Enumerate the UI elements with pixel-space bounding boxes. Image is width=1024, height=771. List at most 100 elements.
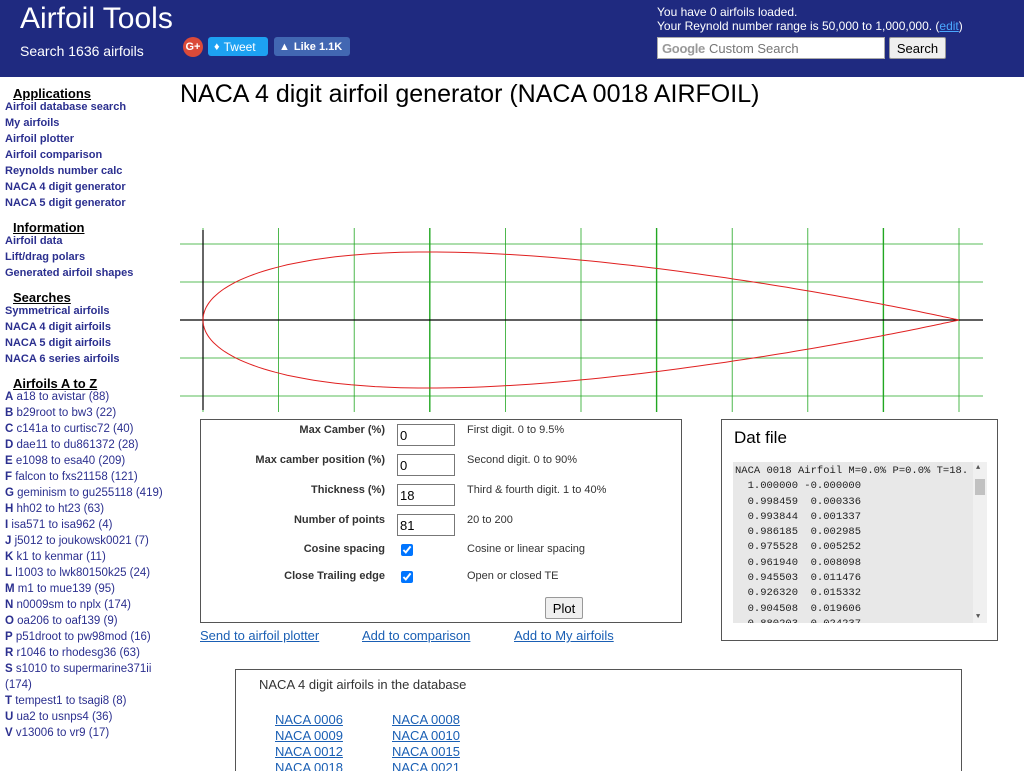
airfoil-count[interactable]: Search 1636 airfoils (20, 43, 144, 59)
close-te-checkbox[interactable] (401, 571, 413, 583)
dat-line: 0.904508 0.019606 (735, 602, 862, 615)
az-item[interactable]: L l1003 to lwk80150k25 (24) (5, 565, 175, 581)
naca-0009-link[interactable]: NACA 0009 (275, 728, 343, 743)
az-item[interactable]: J j5012 to joukowsk0021 (7) (5, 533, 175, 549)
airfoils-a-to-z-heading[interactable]: Airfoils A to Z (13, 367, 175, 391)
naca-0012-link[interactable]: NACA 0012 (275, 744, 343, 759)
search-button[interactable]: Search (889, 37, 946, 59)
dat-line: 0.986185 0.002985 (735, 526, 862, 539)
loaded-status: You have 0 airfoils loaded. Your Reynold… (657, 5, 963, 33)
sidebar-item-naca4-airfoils[interactable]: NACA 4 digit airfoils (5, 319, 175, 335)
thickness-row: Thickness (%) Third & fourth digit. 1 to… (201, 480, 681, 506)
custom-search-box[interactable]: Google (657, 37, 885, 59)
sidebar-item-lift-drag-polars[interactable]: Lift/drag polars (5, 249, 175, 265)
max-camber-input[interactable] (397, 424, 455, 446)
thumbs-up-icon: ▲ (279, 40, 290, 53)
az-item[interactable]: C c141a to curtisc72 (40) (5, 421, 175, 437)
sidebar-item-my-airfoils[interactable]: My airfoils (5, 115, 175, 131)
az-item[interactable]: D dae11 to du861372 (28) (5, 437, 175, 453)
az-item[interactable]: T tempest1 to tsagi8 (8) (5, 693, 175, 709)
az-item[interactable]: E e1098 to esa40 (209) (5, 453, 175, 469)
sidebar-item-reynolds-calc[interactable]: Reynolds number calc (5, 163, 175, 179)
az-range: a18 to avistar (88) (16, 391, 110, 403)
az-item[interactable]: K k1 to kenmar (11) (5, 549, 175, 565)
dat-line: 1.000000 -0.000000 (735, 480, 862, 493)
applications-heading[interactable]: Applications (13, 77, 175, 101)
az-range: (174) (5, 679, 32, 691)
naca-0010-link[interactable]: NACA 0010 (392, 728, 460, 743)
az-range: b29root to bw3 (22) (16, 407, 117, 419)
az-item[interactable]: V v13006 to vr9 (17) (5, 725, 175, 741)
max-camber-row: Max Camber (%) First digit. 0 to 9.5% (201, 420, 681, 446)
az-item[interactable]: I isa571 to isa962 (4) (5, 517, 175, 533)
az-item[interactable]: A a18 to avistar (88) (5, 389, 175, 405)
dat-line: NACA 0018 Airfoil M=0.0% P=0.0% T=18. (735, 465, 969, 477)
generator-form: Max Camber (%) First digit. 0 to 9.5% Ma… (200, 419, 682, 623)
num-points-label: Number of points (293, 514, 385, 526)
camber-position-row: Max camber position (%) Second digit. 0 … (201, 450, 681, 476)
az-letter: H (5, 503, 14, 515)
site-header: Airfoil Tools Search 1636 airfoils G+ ♦ T… (0, 0, 1024, 77)
az-item[interactable]: F falcon to fxs21158 (121) (5, 469, 175, 485)
scroll-thumb[interactable] (975, 479, 985, 495)
az-item[interactable]: G geminism to gu255118 (419) (5, 485, 175, 501)
tweet-button[interactable]: ♦ Tweet (208, 37, 268, 56)
az-item[interactable]: H hh02 to ht23 (63) (5, 501, 175, 517)
sidebar-item-airfoil-plotter[interactable]: Airfoil plotter (5, 131, 175, 147)
sidebar-item-naca5-generator[interactable]: NACA 5 digit generator (5, 195, 175, 211)
scroll-down-icon[interactable]: ▼ (976, 613, 980, 621)
sidebar-item-generated-shapes[interactable]: Generated airfoil shapes (5, 265, 175, 281)
az-range: tempest1 to tsagi8 (8) (15, 695, 127, 707)
searches-heading[interactable]: Searches (13, 281, 175, 305)
edit-reynolds-link[interactable]: edit (939, 19, 958, 33)
cosine-spacing-checkbox[interactable] (401, 544, 413, 556)
facebook-like-button[interactable]: ▲ Like 1.1K (274, 37, 350, 56)
sidebar-item-airfoil-comparison[interactable]: Airfoil comparison (5, 147, 175, 163)
naca-0021-link[interactable]: NACA 0021 (392, 760, 460, 771)
send-to-plotter-link[interactable]: Send to airfoil plotter (200, 628, 319, 643)
naca-0006-link[interactable]: NACA 0006 (275, 712, 343, 727)
az-item[interactable]: R r1046 to rhodesg36 (63) (5, 645, 175, 661)
naca-0015-link[interactable]: NACA 0015 (392, 744, 460, 759)
camber-position-input[interactable] (397, 454, 455, 476)
information-heading[interactable]: Information (13, 211, 175, 235)
dat-file-textarea[interactable]: NACA 0018 Airfoil M=0.0% P=0.0% T=18. 1.… (733, 462, 987, 623)
add-to-comparison-link[interactable]: Add to comparison (362, 628, 470, 643)
scroll-up-icon[interactable]: ▲ (976, 464, 980, 472)
num-points-desc: 20 to 200 (467, 514, 513, 526)
site-title[interactable]: Airfoil Tools (20, 2, 173, 36)
search-input[interactable] (708, 40, 879, 56)
az-item[interactable]: U ua2 to usnps4 (36) (5, 709, 175, 725)
num-points-input[interactable] (397, 514, 455, 536)
sidebar-item-naca4-generator[interactable]: NACA 4 digit generator (5, 179, 175, 195)
dat-file-content[interactable]: NACA 0018 Airfoil M=0.0% P=0.0% T=18. 1.… (735, 464, 968, 623)
sidebar-item-naca6-airfoils[interactable]: NACA 6 series airfoils (5, 351, 175, 367)
dat-scrollbar[interactable]: ▲ ▼ (973, 462, 987, 623)
az-letter: B (5, 407, 14, 419)
plot-button[interactable]: Plot (545, 597, 583, 619)
sidebar-item-airfoil-data[interactable]: Airfoil data (5, 233, 175, 249)
az-range: v13006 to vr9 (17) (15, 727, 110, 739)
az-letter: M (5, 583, 15, 595)
az-item[interactable]: N n0009sm to nplx (174) (5, 597, 175, 613)
sidebar-item-airfoil-search[interactable]: Airfoil database search (5, 99, 175, 115)
az-item[interactable]: O oa206 to oaf139 (9) (5, 613, 175, 629)
az-letter: S (5, 663, 13, 675)
az-letter: R (5, 647, 14, 659)
az-item[interactable]: S s1010 to supermarine371ii (5, 661, 175, 677)
az-range: e1098 to esa40 (209) (15, 455, 126, 467)
az-item[interactable]: (174) (5, 677, 175, 693)
sidebar-item-naca5-airfoils[interactable]: NACA 5 digit airfoils (5, 335, 175, 351)
az-item[interactable]: M m1 to mue139 (95) (5, 581, 175, 597)
add-to-my-airfoils-link[interactable]: Add to My airfoils (514, 628, 614, 643)
cosine-spacing-row: Cosine spacing Cosine or linear spacing (201, 539, 681, 563)
naca-0018-link[interactable]: NACA 0018 (275, 760, 343, 771)
az-item[interactable]: P p51droot to pw98mod (16) (5, 629, 175, 645)
naca-0008-link[interactable]: NACA 0008 (392, 712, 460, 727)
az-item[interactable]: B b29root to bw3 (22) (5, 405, 175, 421)
thickness-input[interactable] (397, 484, 455, 506)
az-letter: P (5, 631, 13, 643)
az-range: p51droot to pw98mod (16) (15, 631, 151, 643)
sidebar-item-symmetrical[interactable]: Symmetrical airfoils (5, 303, 175, 319)
google-plus-button[interactable]: G+ (183, 37, 203, 57)
